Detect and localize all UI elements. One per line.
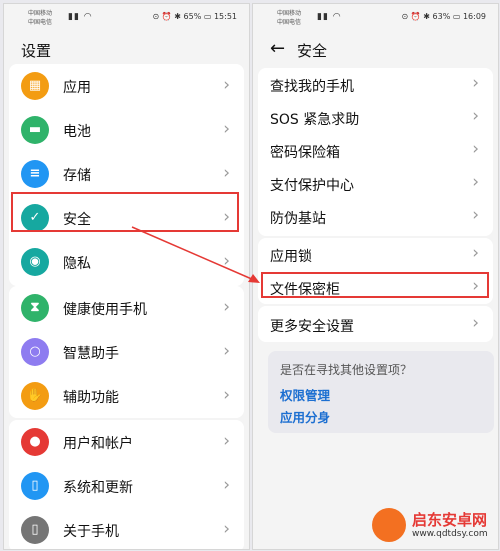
watermark-name: 启东安卓网 (412, 511, 488, 529)
watermark: 启东安卓网 www.qdtdsy.com (372, 507, 494, 545)
watermark-url: www.qdtdsy.com (412, 529, 488, 539)
watermark-logo-icon (372, 508, 406, 542)
pointer-arrow (131, 226, 260, 283)
